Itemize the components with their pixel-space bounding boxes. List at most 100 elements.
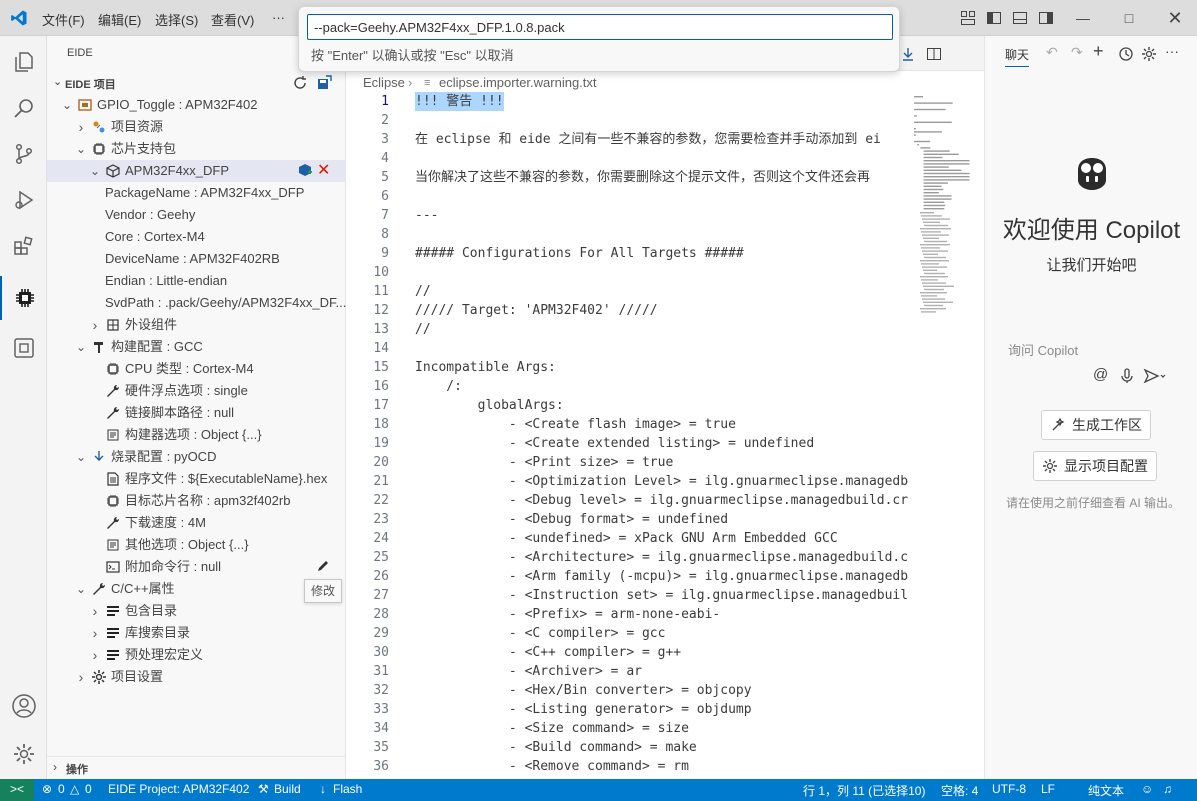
code-line[interactable]: 17 globalArgs: <box>347 396 984 415</box>
tree-item[interactable]: ⌄ 芯片支持包 <box>47 138 345 160</box>
breadcrumb-folder[interactable]: Eclipse <box>363 75 405 90</box>
tree-item[interactable]: › 库搜索目录 <box>47 622 345 644</box>
send-icon[interactable] <box>1143 368 1167 384</box>
tree-item[interactable]: ⌄ 烧录配置 : pyOCD <box>47 446 345 468</box>
tree-item[interactable]: Core : Cortex-M4 <box>47 226 345 248</box>
chevron-right-icon[interactable]: › <box>89 314 101 336</box>
toggle-panel-icon[interactable] <box>1012 10 1028 26</box>
remote-indicator[interactable]: >< <box>0 779 34 801</box>
chevron-right-icon[interactable]: › <box>89 622 101 644</box>
code-line[interactable]: 27 - <Instruction set> = ilg.gnuarmeclip… <box>347 586 984 605</box>
generate-workspace-button[interactable]: 生成工作区 <box>1041 410 1151 440</box>
minimap[interactable] <box>912 94 972 334</box>
code-line[interactable]: 3 在 eclipse 和 eide 之间有一些不兼容的参数，您需要检查并手动添加… <box>347 130 984 149</box>
tree-item[interactable]: ⌄ C/C++属性 <box>47 578 345 600</box>
code-line[interactable]: 24 - <undefined> = xPack GNU Arm Embedde… <box>347 529 984 548</box>
chevron-down-icon[interactable]: ⌄ <box>75 336 87 358</box>
history-icon[interactable] <box>1118 46 1134 62</box>
build-button[interactable]: Build <box>274 782 301 796</box>
remote-chip-icon[interactable] <box>0 326 47 370</box>
extensions-icon[interactable] <box>0 224 47 268</box>
flash-button[interactable]: Flash <box>333 782 362 796</box>
menu-selection[interactable]: 选择(S) <box>155 10 198 29</box>
encoding[interactable]: UTF-8 <box>992 782 1026 796</box>
actions-section-header[interactable]: › 操作 <box>47 756 345 778</box>
chevron-right-icon[interactable]: › <box>89 644 101 666</box>
code-line[interactable]: 34 - <Size command> = size <box>347 719 984 738</box>
error-count[interactable]: 0 <box>58 782 65 796</box>
tree-item[interactable]: PackageName : APM32F4xx_DFP <box>47 182 345 204</box>
split-editor-icon[interactable] <box>926 46 942 62</box>
build-icon[interactable]: ⚒ <box>258 782 269 796</box>
code-line[interactable]: 28 - <Prefix> = arm-none-eabi- <box>347 605 984 624</box>
code-line[interactable]: 5 当你解决了这些不兼容的参数，你需要删除这个提示文件，否则这个文件还会再 <box>347 168 984 187</box>
warnings-icon[interactable]: △ <box>70 782 79 796</box>
code-line[interactable]: 26 - <Arm family (-mcpu)> = ilg.gnuarmec… <box>347 567 984 586</box>
tree-item[interactable]: CPU 类型 : Cortex-M4 <box>47 358 345 380</box>
code-line[interactable]: 10 <box>347 263 984 282</box>
minimize-icon[interactable]: — <box>1073 8 1093 28</box>
code-line[interactable]: 33 - <Listing generator> = objdump <box>347 700 984 719</box>
code-line[interactable]: 4 <box>347 149 984 168</box>
code-line[interactable]: 20 - <Print size> = true <box>347 453 984 472</box>
code-line[interactable]: 23 - <Debug format> = undefined <box>347 510 984 529</box>
code-line[interactable]: 19 - <Create extended listing> = undefin… <box>347 434 984 453</box>
chevron-right-icon[interactable]: › <box>89 600 101 622</box>
edit-pencil-icon[interactable] <box>315 558 331 574</box>
tree-item[interactable]: Endian : Little-endian <box>47 270 345 292</box>
code-line[interactable]: 12 ///// Target: 'APM32F402' ///// <box>347 301 984 320</box>
close-icon[interactable]: ✕ <box>1165 8 1185 28</box>
toggle-secondary-sidebar-icon[interactable] <box>1038 10 1054 26</box>
tree-item[interactable]: › 包含目录 <box>47 600 345 622</box>
more-actions-icon[interactable]: ··· <box>1165 43 1179 59</box>
code-line[interactable]: 29 - <C compiler> = gcc <box>347 624 984 643</box>
undo-icon[interactable]: ↶ <box>1046 44 1058 61</box>
code-line[interactable]: 8 <box>347 225 984 244</box>
tree-item[interactable]: 程序文件 : ${ExecutableName}.hex <box>47 468 345 490</box>
menu-file[interactable]: 文件(F) <box>42 10 85 29</box>
menu-more[interactable]: ··· <box>272 10 285 25</box>
code-line[interactable]: 32 - <Hex/Bin converter> = objcopy <box>347 681 984 700</box>
code-line[interactable]: 36 - <Remove command> = rm <box>347 757 984 776</box>
chevron-down-icon[interactable]: ⌄ <box>75 446 87 468</box>
download-arrow-icon[interactable] <box>900 46 916 62</box>
refresh-icon[interactable] <box>292 75 308 91</box>
chevron-down-icon[interactable]: ⌄ <box>75 578 87 600</box>
cursor-position[interactable]: 行 1，列 11 (已选择10) <box>803 782 925 799</box>
code-line[interactable]: 22 - <Debug level> = ilg.gnuarmeclipse.m… <box>347 491 984 510</box>
code-line[interactable]: 6 <box>347 187 984 206</box>
copilot-input[interactable]: 询问 Copilot <box>1008 340 1078 359</box>
code-line[interactable]: 13 // <box>347 320 984 339</box>
feedback-icon[interactable]: ☺ <box>1141 782 1153 796</box>
tree-item[interactable]: 附加命令行 : null <box>47 556 345 578</box>
chevron-down-icon[interactable]: ⌄ <box>75 138 87 160</box>
tree-item[interactable]: ⌄ GPIO_Toggle : APM32F402 <box>47 94 345 116</box>
tree-item[interactable]: 其他选项 : Object {...} <box>47 534 345 556</box>
save-project-icon[interactable] <box>316 75 332 91</box>
tree-item[interactable]: › 外设组件 <box>47 314 345 336</box>
customize-layout-icon[interactable] <box>960 10 976 26</box>
tree-item[interactable]: › 项目资源 <box>47 116 345 138</box>
notifications-bell-icon[interactable]: ♫ <box>1163 782 1172 796</box>
explorer-icon[interactable] <box>0 40 47 84</box>
code-line[interactable]: 21 - <Optimization Level> = ilg.gnuarmec… <box>347 472 984 491</box>
code-line[interactable]: 2 <box>347 111 984 130</box>
code-line[interactable]: 16 /: <box>347 377 984 396</box>
show-project-config-button[interactable]: 显示项目配置 <box>1033 451 1157 481</box>
install-package-icon[interactable] <box>297 162 313 178</box>
eide-project-status[interactable]: EIDE Project: APM32F402 <box>108 782 249 796</box>
breadcrumb-file[interactable]: eclipse.importer.warning.txt <box>439 75 597 90</box>
chevron-right-icon[interactable]: › <box>75 116 87 138</box>
warning-count[interactable]: 0 <box>85 782 92 796</box>
toggle-sidebar-icon[interactable] <box>986 10 1002 26</box>
chevron-down-icon[interactable]: ⌄ <box>61 94 73 116</box>
chevron-down-icon[interactable]: ⌄ <box>89 160 101 182</box>
code-line[interactable]: 35 - <Build command> = make <box>347 738 984 757</box>
tree-item[interactable]: ⌄ 构建配置 : GCC <box>47 336 345 358</box>
tree-item[interactable]: › 预处理宏定义 <box>47 644 345 666</box>
settings-gear-icon[interactable] <box>1141 46 1157 62</box>
end-of-line[interactable]: LF <box>1041 782 1055 796</box>
at-mention-icon[interactable]: @ <box>1093 366 1108 383</box>
code-line[interactable]: 1 !!! 警告 !!! <box>347 92 984 111</box>
tree-item[interactable]: Vendor : Geehy <box>47 204 345 226</box>
